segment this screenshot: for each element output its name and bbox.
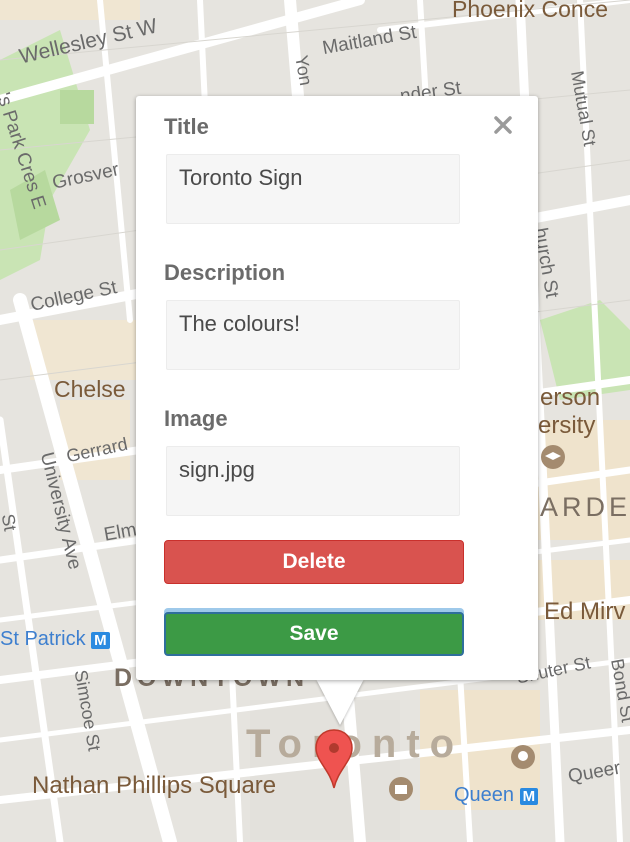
map-pin-icon[interactable] (314, 728, 354, 790)
close-button[interactable] (490, 112, 516, 138)
place-label-nathan-phillips: Nathan Phillips Square (32, 772, 277, 799)
image-input[interactable]: sign.jpg (166, 446, 460, 516)
station-label-st-patrick: St Patrick M (0, 628, 110, 651)
description-input[interactable]: The colours! (166, 300, 460, 370)
place-label-garden: ARDE (540, 492, 630, 522)
street-label-phoenix: Phoenix Conce (452, 0, 608, 22)
title-label: Title (164, 114, 209, 139)
delete-button[interactable]: Delete (164, 540, 464, 584)
description-label: Description (164, 260, 286, 285)
station-label-queen: Queen M (454, 784, 539, 807)
popup-tail (316, 679, 364, 725)
university-icon[interactable] (540, 444, 566, 470)
place-label-ryerson-2: ersity (538, 412, 596, 439)
place-label-ryerson-1: erson (540, 384, 601, 411)
title-input[interactable]: Toronto Sign (166, 154, 460, 224)
place-label-ed-mirvish: Ed Mirv (544, 598, 626, 625)
save-button[interactable]: Save (164, 612, 464, 656)
place-label-chelsea: Chelse (54, 376, 126, 402)
close-icon[interactable] (490, 112, 516, 138)
museum-icon[interactable] (388, 776, 414, 802)
place-label-toronto: Toronto (246, 722, 465, 766)
subway-icon: M (91, 632, 110, 649)
edit-marker-popup: Title Toronto Sign Description The colou… (136, 96, 538, 680)
image-label: Image (164, 406, 228, 431)
subway-icon: M (519, 788, 539, 805)
theater-icon[interactable] (510, 744, 536, 770)
